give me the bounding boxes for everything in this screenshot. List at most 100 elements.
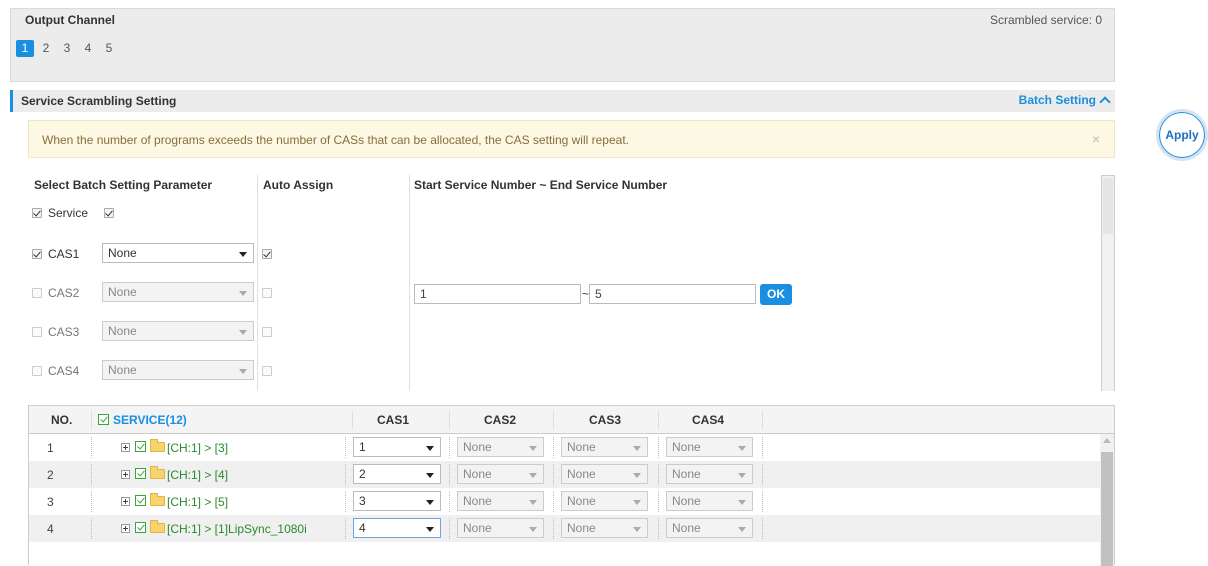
cas1-auto-checkbox[interactable] bbox=[262, 249, 272, 259]
cas1-value: 3 bbox=[359, 494, 366, 508]
cas1-checkbox[interactable] bbox=[32, 249, 42, 259]
cas3-select[interactable]: None bbox=[561, 437, 648, 457]
table-row[interactable]: 4 [CH:1] > [1]LipSync_1080i 4 None None … bbox=[29, 515, 1100, 542]
expand-icon[interactable] bbox=[121, 470, 130, 479]
cas3-select[interactable]: None bbox=[561, 518, 648, 538]
table-scrollbar[interactable] bbox=[1100, 434, 1114, 566]
cas4-select[interactable]: None bbox=[666, 464, 753, 484]
service-checkbox[interactable] bbox=[135, 495, 146, 506]
cas2-label: CAS2 bbox=[48, 286, 80, 300]
cas3-auto-checkbox[interactable] bbox=[262, 327, 272, 337]
cas3-value: None bbox=[567, 494, 596, 508]
alert-message: When the number of programs exceeds the … bbox=[42, 133, 629, 147]
section-title: Service Scrambling Setting bbox=[21, 94, 177, 108]
chevron-down-icon bbox=[239, 252, 247, 257]
cas4-value: None bbox=[672, 440, 701, 454]
cas1-select-value: None bbox=[108, 246, 137, 260]
cas2-auto-checkbox[interactable] bbox=[262, 288, 272, 298]
row-divider bbox=[345, 464, 346, 485]
scroll-up-icon[interactable] bbox=[1103, 438, 1111, 443]
cas3-value: None bbox=[567, 467, 596, 481]
cas3-select[interactable]: None bbox=[561, 464, 648, 484]
cas2-select-value: None bbox=[108, 285, 137, 299]
cas3-label: CAS3 bbox=[48, 325, 80, 339]
select-all-checkbox[interactable] bbox=[98, 414, 109, 425]
range-tilde: ~ bbox=[582, 287, 590, 301]
header-service[interactable]: SERVICE(12) bbox=[113, 413, 187, 427]
chevron-down-icon bbox=[426, 500, 434, 505]
channel-tab-5[interactable]: 5 bbox=[100, 40, 118, 57]
cas4-auto-checkbox[interactable] bbox=[262, 366, 272, 376]
scrollbar-thumb[interactable] bbox=[1101, 452, 1113, 566]
table-row[interactable]: 2 [CH:1] > [4] 2 None None None bbox=[29, 461, 1100, 488]
cas4-select[interactable]: None bbox=[666, 437, 753, 457]
row-divider bbox=[91, 518, 92, 539]
channel-tab-2[interactable]: 2 bbox=[37, 40, 55, 57]
expand-icon[interactable] bbox=[121, 524, 130, 533]
row-divider bbox=[658, 464, 659, 485]
scrambled-service-count: Scrambled service: 0 bbox=[989, 13, 1102, 27]
header-divider bbox=[658, 411, 659, 429]
cas2-select[interactable]: None bbox=[457, 464, 544, 484]
expand-icon[interactable] bbox=[121, 443, 130, 452]
cas2-select[interactable]: None bbox=[457, 437, 544, 457]
close-icon[interactable]: × bbox=[1092, 131, 1100, 147]
row-divider bbox=[449, 518, 450, 539]
chevron-down-icon bbox=[426, 473, 434, 478]
header-divider bbox=[553, 411, 554, 429]
service-checkbox[interactable] bbox=[135, 468, 146, 479]
expand-icon[interactable] bbox=[121, 497, 130, 506]
channel-tab-3[interactable]: 3 bbox=[58, 40, 76, 57]
range-header: Start Service Number ~ End Service Numbe… bbox=[414, 178, 668, 192]
section-header: Service Scrambling Setting Batch Setting bbox=[10, 90, 1115, 112]
column-divider bbox=[409, 175, 410, 391]
row-divider bbox=[762, 464, 763, 485]
cas3-checkbox[interactable] bbox=[32, 327, 42, 337]
batch-scrollbar[interactable] bbox=[1101, 175, 1115, 391]
service-name[interactable]: [CH:1] > [3] bbox=[167, 441, 228, 455]
table-row[interactable]: 3 [CH:1] > [5] 3 None None None bbox=[29, 488, 1100, 515]
cas1-select[interactable]: 4 bbox=[353, 518, 441, 538]
folder-icon bbox=[150, 493, 165, 506]
channel-tab-4[interactable]: 4 bbox=[79, 40, 97, 57]
cas4-select[interactable]: None bbox=[666, 518, 753, 538]
cas3-select[interactable]: None bbox=[561, 491, 648, 511]
service-name[interactable]: [CH:1] > [4] bbox=[167, 468, 228, 482]
row-divider bbox=[91, 464, 92, 485]
cas4-select[interactable]: None bbox=[666, 491, 753, 511]
cas2-select[interactable]: None bbox=[457, 518, 544, 538]
cas1-select[interactable]: 2 bbox=[353, 464, 441, 484]
chevron-down-icon bbox=[239, 369, 247, 374]
cas2-select[interactable]: None bbox=[457, 491, 544, 511]
row-divider bbox=[449, 437, 450, 458]
ok-button[interactable]: OK bbox=[760, 284, 792, 305]
apply-button[interactable]: Apply bbox=[1156, 109, 1208, 161]
cas1-label: CAS1 bbox=[48, 247, 80, 261]
cas2-checkbox[interactable] bbox=[32, 288, 42, 298]
service-checkbox[interactable] bbox=[32, 208, 42, 218]
service-label: Service bbox=[48, 206, 89, 220]
row-divider bbox=[658, 491, 659, 512]
header-divider bbox=[352, 411, 353, 429]
service-auto-checkbox[interactable] bbox=[104, 208, 114, 218]
channel-tab-1[interactable]: 1 bbox=[16, 40, 34, 57]
header-cas2: CAS2 bbox=[484, 413, 517, 427]
batch-setting-toggle[interactable]: Batch Setting bbox=[1019, 93, 1111, 108]
cas1-select[interactable]: None bbox=[102, 243, 254, 263]
cas2-select[interactable]: None bbox=[102, 282, 254, 302]
chevron-down-icon bbox=[633, 527, 641, 532]
table-row[interactable]: 1 [CH:1] > [3] 1 None None None bbox=[29, 434, 1100, 461]
cas4-checkbox[interactable] bbox=[32, 366, 42, 376]
cas3-select[interactable]: None bbox=[102, 321, 254, 341]
service-checkbox[interactable] bbox=[135, 522, 146, 533]
cas4-select[interactable]: None bbox=[102, 360, 254, 380]
service-name[interactable]: [CH:1] > [1]LipSync_1080i bbox=[167, 522, 307, 536]
start-service-input[interactable]: 1 bbox=[414, 284, 581, 304]
channel-tabs: 1 2 3 4 5 bbox=[16, 40, 121, 57]
service-checkbox[interactable] bbox=[135, 441, 146, 452]
end-service-input[interactable]: 5 bbox=[589, 284, 756, 304]
scrollbar-thumb[interactable] bbox=[1103, 178, 1113, 234]
cas1-select[interactable]: 3 bbox=[353, 491, 441, 511]
service-name[interactable]: [CH:1] > [5] bbox=[167, 495, 228, 509]
cas1-select[interactable]: 1 bbox=[353, 437, 441, 457]
